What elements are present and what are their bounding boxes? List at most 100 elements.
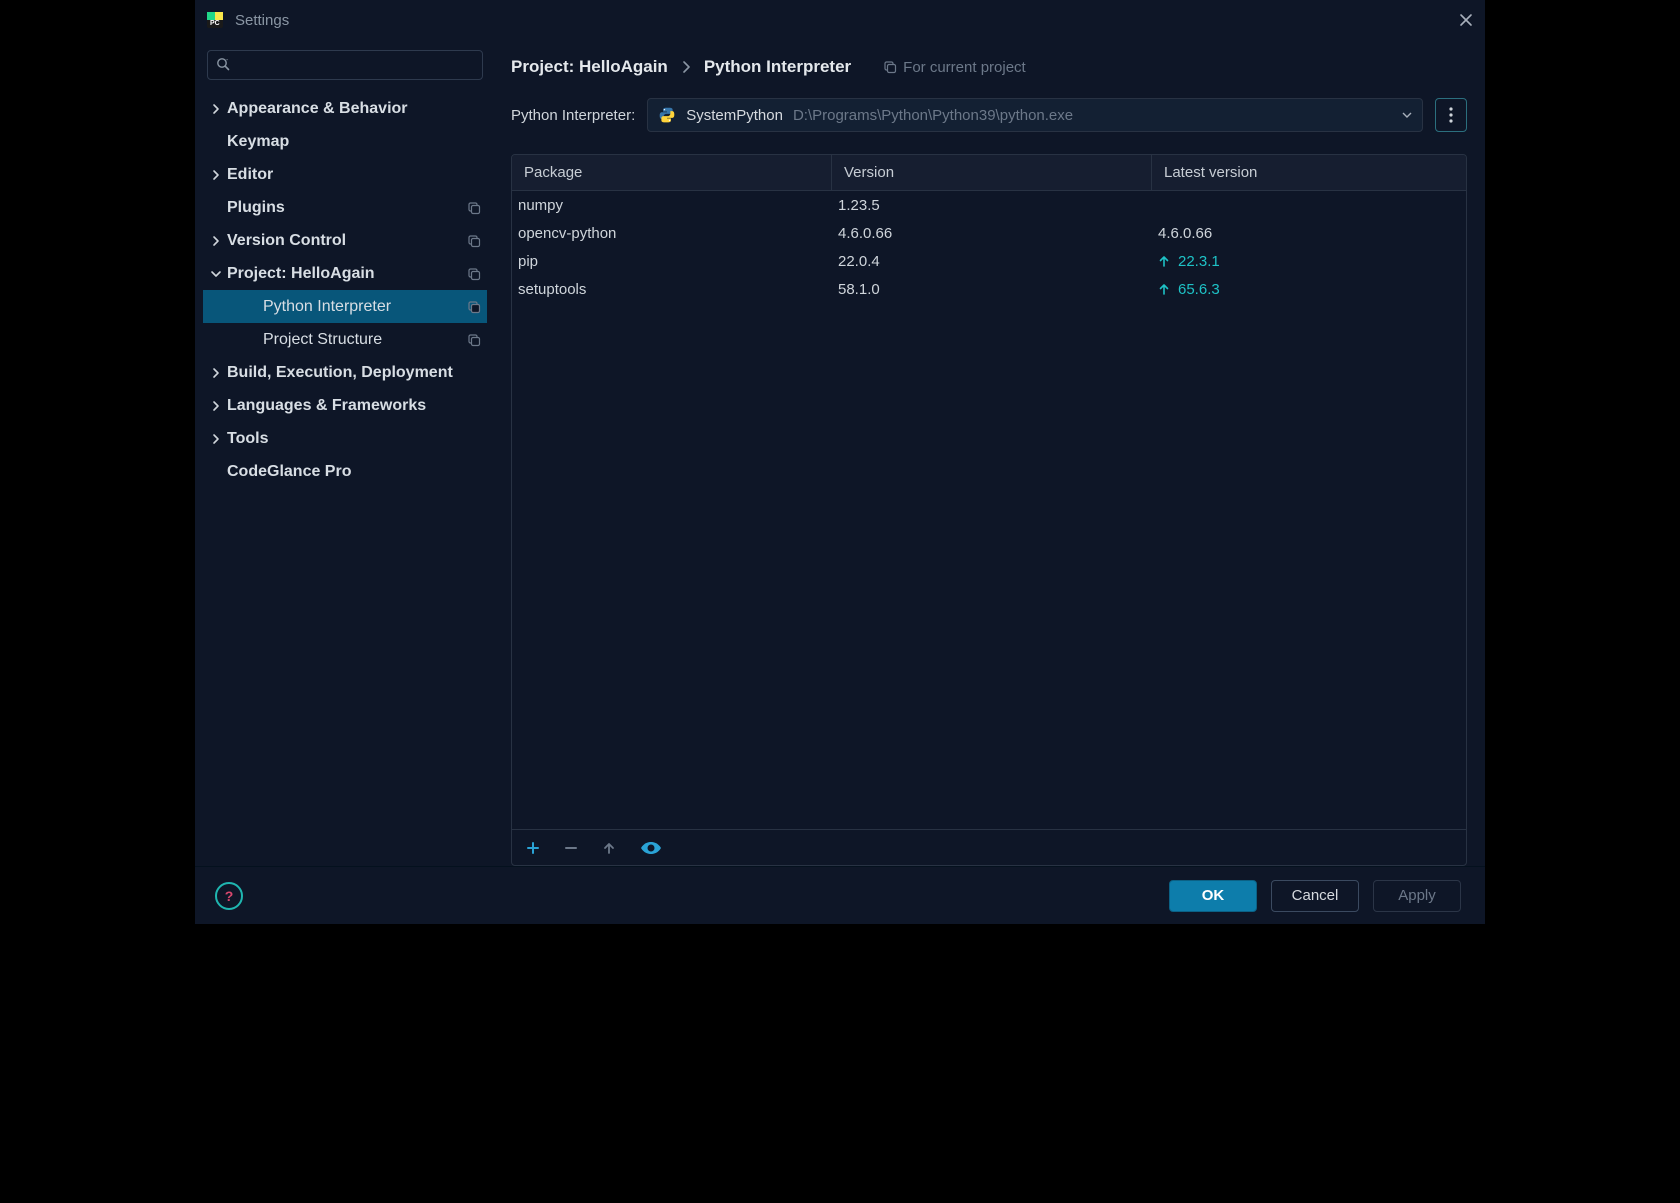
titlebar: PC Settings (195, 0, 1485, 40)
sidebar-item-build-execution-deployment[interactable]: Build, Execution, Deployment (203, 356, 487, 389)
sidebar-item-label: Project Structure (263, 331, 382, 349)
settings-search-input[interactable] (207, 50, 483, 80)
breadcrumb-scope-label: For current project (903, 59, 1026, 76)
breadcrumb-project: Project: HelloAgain (511, 57, 668, 77)
chevron-right-icon (209, 169, 223, 181)
sidebar-item-editor[interactable]: Editor (203, 158, 487, 191)
python-icon (658, 106, 676, 124)
sidebar-item-project-helloagain[interactable]: Project: HelloAgain (203, 257, 487, 290)
copy-icon (883, 60, 897, 74)
chevron-right-icon (209, 103, 223, 115)
dialog-footer: ? OK Cancel Apply (195, 866, 1485, 924)
chevron-right-icon (682, 61, 690, 73)
show-early-releases-button[interactable] (640, 841, 662, 855)
apply-button: Apply (1373, 880, 1461, 912)
search-wrap: - (207, 50, 483, 80)
copy-icon (467, 234, 481, 248)
table-row[interactable]: numpy1.23.5 (512, 191, 1466, 219)
packages-toolbar (512, 829, 1466, 865)
table-header: Package Version Latest version (512, 155, 1466, 191)
cell-latest: 22.3.1 (1152, 253, 1466, 270)
column-version[interactable]: Version (832, 155, 1152, 190)
copy-icon (467, 300, 481, 314)
sidebar-item-version-control[interactable]: Version Control (203, 224, 487, 257)
pycharm-logo-icon: PC (205, 10, 225, 30)
sidebar-item-label: Tools (227, 430, 268, 448)
copy-icon (467, 333, 481, 347)
breadcrumb-scope: For current project (883, 59, 1026, 76)
interpreter-row: Python Interpreter: SystemPython D:\Prog… (511, 98, 1467, 132)
column-latest[interactable]: Latest version (1152, 155, 1466, 190)
upgrade-package-button[interactable] (602, 841, 616, 855)
search-icon: - (215, 56, 231, 72)
titlebar-left: PC Settings (205, 10, 289, 30)
sidebar-item-label: Editor (227, 166, 273, 184)
chevron-right-icon (209, 367, 223, 379)
interpreter-label: Python Interpreter: (511, 107, 635, 124)
cell-latest-value: 22.3.1 (1178, 253, 1220, 270)
breadcrumb-page: Python Interpreter (704, 57, 851, 77)
cell-package: setuptools (512, 281, 832, 298)
sidebar-item-plugins[interactable]: Plugins (203, 191, 487, 224)
chevron-down-icon (1402, 112, 1412, 118)
remove-package-button[interactable] (564, 841, 578, 855)
settings-tree: Appearance & Behavior Keymap Editor Plugins… (203, 88, 487, 866)
sidebar-item-label: Appearance & Behavior (227, 100, 408, 118)
sidebar: - Appearance & Behavior Keymap Editor Plugi… (195, 40, 495, 866)
interpreter-settings-button[interactable] (1435, 98, 1467, 132)
svg-text:-: - (226, 57, 229, 64)
cell-version: 1.23.5 (832, 197, 1152, 214)
cell-version: 22.0.4 (832, 253, 1152, 270)
cell-package: numpy (512, 197, 832, 214)
sidebar-item-label: Build, Execution, Deployment (227, 364, 453, 382)
column-package[interactable]: Package (512, 155, 832, 190)
cell-version: 58.1.0 (832, 281, 1152, 298)
cell-latest-value: 65.6.3 (1178, 281, 1220, 298)
copy-icon (467, 201, 481, 215)
copy-icon (467, 267, 481, 281)
upgrade-arrow-icon (1158, 255, 1170, 267)
upgrade-arrow-icon (1158, 283, 1170, 295)
sidebar-item-python-interpreter[interactable]: Python Interpreter (203, 290, 487, 323)
close-button[interactable] (1457, 11, 1475, 29)
sidebar-item-languages-frameworks[interactable]: Languages & Frameworks (203, 389, 487, 422)
table-row[interactable]: setuptools58.1.0 65.6.3 (512, 275, 1466, 303)
sidebar-item-label: Languages & Frameworks (227, 397, 426, 415)
main-panel: Project: HelloAgain Python Interpreter F… (495, 40, 1485, 866)
cell-latest-value: 4.6.0.66 (1158, 225, 1212, 242)
sidebar-item-tools[interactable]: Tools (203, 422, 487, 455)
packages-table: Package Version Latest version numpy1.23… (511, 154, 1467, 866)
chevron-right-icon (209, 235, 223, 247)
sidebar-item-label: CodeGlance Pro (227, 463, 351, 481)
table-row[interactable]: opencv-python4.6.0.664.6.0.66 (512, 219, 1466, 247)
svg-text:PC: PC (210, 20, 220, 27)
chevron-right-icon (209, 400, 223, 412)
sidebar-item-label: Python Interpreter (263, 298, 391, 316)
sidebar-item-project-structure[interactable]: Project Structure (203, 323, 487, 356)
chevron-right-icon (209, 433, 223, 445)
sidebar-item-label: Keymap (227, 133, 289, 151)
cell-package: pip (512, 253, 832, 270)
chevron-down-icon (209, 268, 223, 280)
help-button[interactable]: ? (215, 882, 243, 910)
interpreter-dropdown[interactable]: SystemPython D:\Programs\Python\Python39… (647, 98, 1423, 132)
interpreter-name: SystemPython (686, 107, 783, 124)
ok-button[interactable]: OK (1169, 880, 1257, 912)
window-title: Settings (235, 12, 289, 29)
sidebar-item-codeglance-pro[interactable]: CodeGlance Pro (203, 455, 487, 488)
add-package-button[interactable] (526, 841, 540, 855)
content: - Appearance & Behavior Keymap Editor Plugi… (195, 40, 1485, 866)
cell-package: opencv-python (512, 225, 832, 242)
table-body: numpy1.23.5opencv-python4.6.0.664.6.0.66… (512, 191, 1466, 829)
table-row[interactable]: pip22.0.4 22.3.1 (512, 247, 1466, 275)
footer-buttons: OK Cancel Apply (1169, 880, 1461, 912)
sidebar-item-keymap[interactable]: Keymap (203, 125, 487, 158)
sidebar-item-appearance-behavior[interactable]: Appearance & Behavior (203, 92, 487, 125)
cell-latest: 65.6.3 (1152, 281, 1466, 298)
sidebar-item-label: Version Control (227, 232, 346, 250)
cell-latest: 4.6.0.66 (1152, 225, 1466, 242)
cancel-button[interactable]: Cancel (1271, 880, 1359, 912)
sidebar-item-label: Project: HelloAgain (227, 265, 375, 283)
help-icon: ? (225, 888, 234, 904)
breadcrumb: Project: HelloAgain Python Interpreter F… (511, 50, 1467, 84)
